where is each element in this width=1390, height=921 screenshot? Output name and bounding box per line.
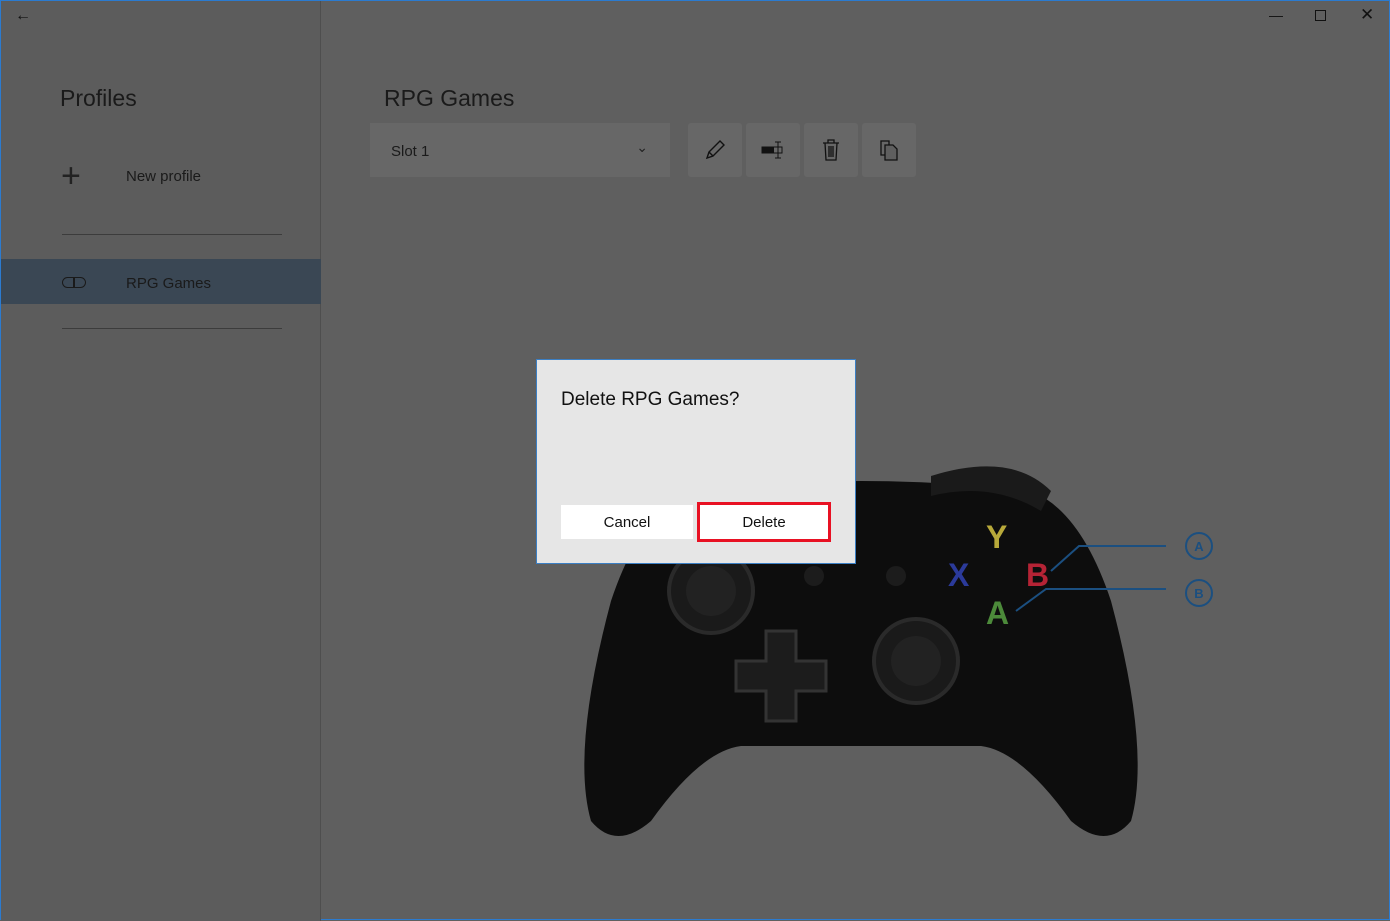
pencil-icon xyxy=(705,140,725,160)
divider xyxy=(62,328,282,329)
controller-profile-icon xyxy=(62,277,86,288)
delete-profile-button[interactable] xyxy=(804,123,858,177)
profile-label: RPG Games xyxy=(126,275,212,292)
slot-dropdown[interactable]: Slot 1 ⌄ xyxy=(370,123,670,177)
close-icon[interactable]: ✕ xyxy=(1360,5,1374,25)
trash-icon xyxy=(823,139,839,161)
rename-button[interactable] xyxy=(746,123,800,177)
cancel-button[interactable]: Cancel xyxy=(561,505,693,539)
delete-dialog: Delete RPG Games? Cancel Delete xyxy=(536,359,856,564)
callout-a: A xyxy=(1185,532,1213,560)
callout-b: B xyxy=(1185,579,1213,607)
maximize-icon[interactable] xyxy=(1315,10,1326,21)
slot-value: Slot 1 xyxy=(391,143,430,160)
divider xyxy=(62,234,282,235)
dialog-title: Delete RPG Games? xyxy=(561,389,740,410)
edit-button[interactable] xyxy=(688,123,742,177)
profile-title: RPG Games xyxy=(384,85,515,111)
rename-icon xyxy=(761,141,783,159)
new-profile-button[interactable]: + New profile xyxy=(1,151,321,201)
copy-icon xyxy=(880,140,898,161)
callout-lines xyxy=(1015,545,1166,612)
profiles-title: Profiles xyxy=(60,85,137,111)
delete-button[interactable]: Delete xyxy=(697,502,831,542)
chevron-down-icon: ⌄ xyxy=(636,139,648,155)
minimize-icon[interactable]: — xyxy=(1269,7,1283,23)
sidebar: ← Profiles + New profile RPG Games xyxy=(1,1,321,921)
copy-profile-button[interactable] xyxy=(862,123,916,177)
profile-item-rpg-games[interactable]: RPG Games xyxy=(1,259,321,304)
new-profile-label: New profile xyxy=(126,168,202,185)
plus-icon: + xyxy=(61,157,81,195)
x-button: X xyxy=(948,557,970,593)
back-arrow-icon[interactable]: ← xyxy=(15,7,39,29)
